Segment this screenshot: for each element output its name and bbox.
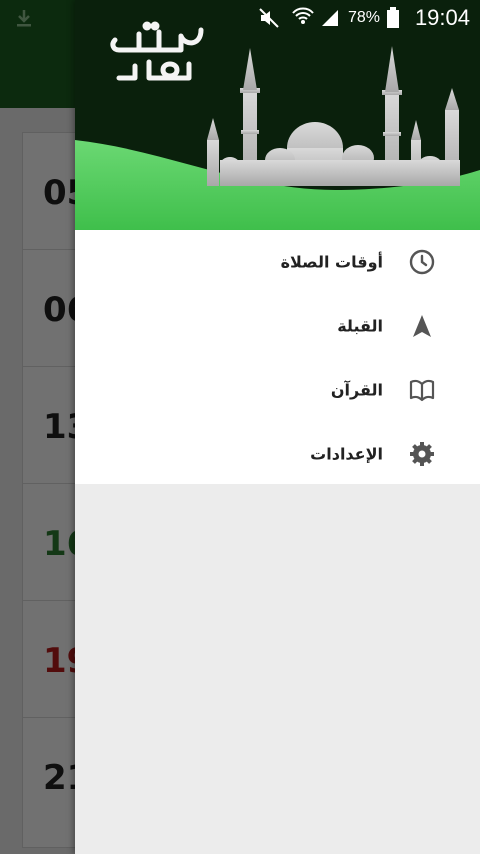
battery-percent: 78% (347, 9, 380, 26)
navigation-arrow-icon (413, 315, 431, 337)
menu-item-label: القرآن (330, 380, 383, 400)
status-bar: 78% 19:04 (250, 0, 480, 36)
app-logo (110, 21, 204, 81)
menu-item-quran[interactable]: القرآن (75, 358, 480, 422)
wifi-icon (292, 7, 314, 24)
menu-item-prayer-times[interactable]: أوقات الصلاة (75, 230, 480, 294)
drawer-menu: أوقات الصلاة القبلة القرآن الإعدادات (75, 230, 480, 484)
signal-icon (322, 10, 338, 26)
menu-item-qibla[interactable]: القبلة (75, 294, 480, 358)
menu-item-settings[interactable]: الإعدادات (75, 422, 480, 486)
navigation-drawer: 78% 19:04 أوقات الصلاة القبلة القرآن الإ… (75, 0, 480, 854)
drawer-header: 78% 19:04 (75, 0, 480, 230)
book-icon (409, 379, 435, 402)
menu-item-label: القبلة (337, 316, 383, 336)
battery-icon (387, 7, 399, 28)
menu-item-label: أوقات الصلاة (280, 252, 383, 272)
clock-icon (409, 249, 435, 275)
mute-icon (259, 8, 279, 28)
gear-icon (410, 442, 434, 466)
menu-item-label: الإعدادات (310, 444, 383, 464)
clock: 19:04 (414, 5, 470, 30)
